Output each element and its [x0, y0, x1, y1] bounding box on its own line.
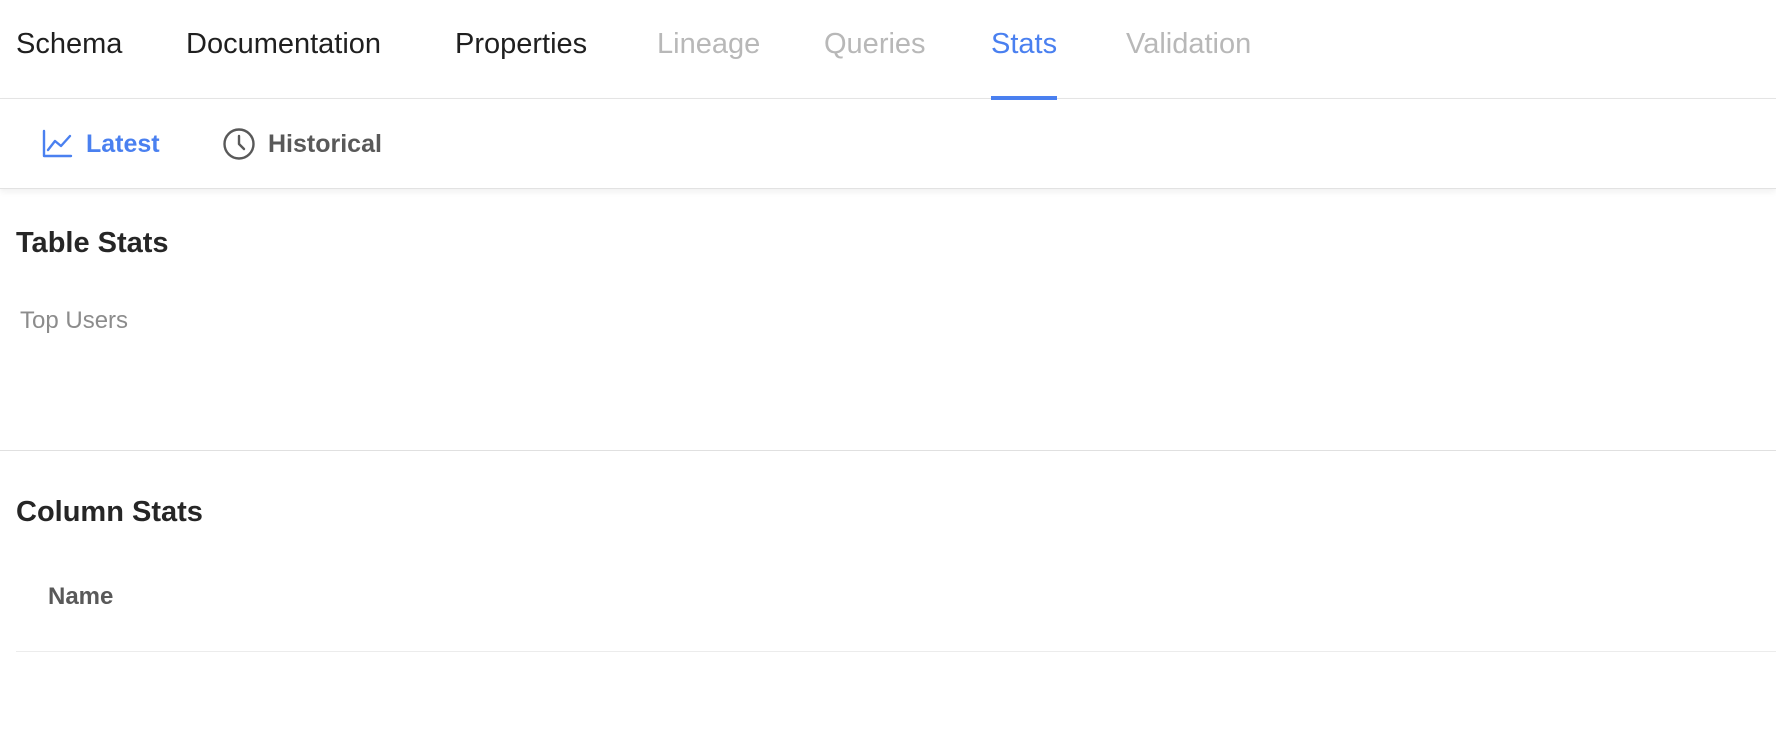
tab-validation: Validation: [1126, 28, 1252, 60]
tab-properties[interactable]: Properties: [455, 0, 587, 99]
line-chart-icon: [40, 127, 74, 161]
column-stats-title: Column Stats: [16, 496, 203, 528]
tab-schema[interactable]: Schema: [16, 0, 122, 99]
top-users-label: Top Users: [20, 307, 129, 334]
tab-queries: Queries: [824, 28, 926, 60]
clock-icon: [222, 127, 256, 161]
section-divider: [0, 450, 1776, 451]
entity-tab-bar: Schema Documentation Properties Lineage …: [0, 0, 1776, 100]
tab-documentation[interactable]: Documentation: [186, 0, 381, 99]
tab-lineage: Lineage: [657, 28, 761, 60]
historical-label: Historical: [268, 129, 382, 158]
column-stats-table-header: Name: [16, 571, 1776, 652]
tab-stats[interactable]: Stats: [991, 0, 1058, 100]
tab-stats-label: Stats: [991, 28, 1058, 60]
table-stats-title: Table Stats: [16, 227, 169, 259]
stats-view-toggle: Latest Historical: [0, 99, 1776, 189]
historical-button[interactable]: Historical: [222, 99, 382, 189]
latest-label: Latest: [86, 129, 160, 158]
column-header-name: Name: [48, 583, 114, 610]
latest-button[interactable]: Latest: [40, 99, 160, 189]
stats-page: Schema Documentation Properties Lineage …: [0, 0, 1776, 746]
